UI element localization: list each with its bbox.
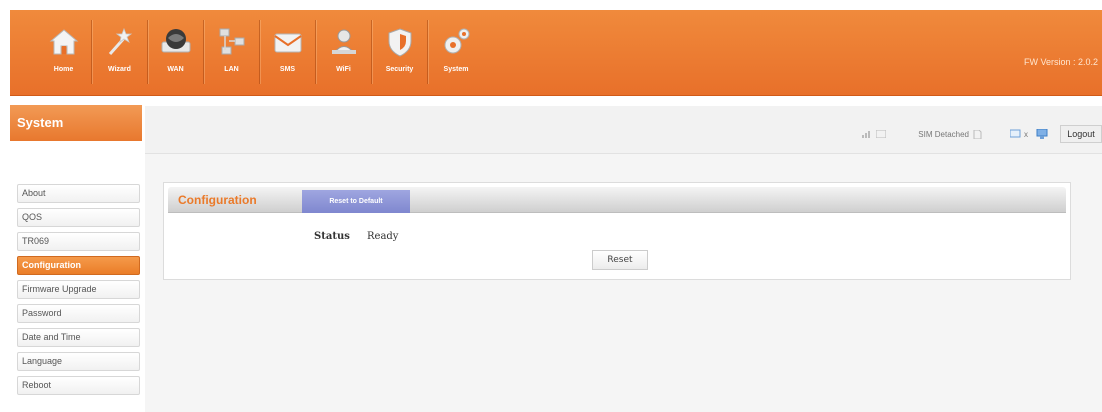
- nav-security-label: Security: [385, 66, 414, 73]
- main-content: Configuration Reset to Default Status Re…: [145, 154, 1102, 412]
- home-icon: [49, 29, 79, 55]
- main-nav: Home Wizard WAN LAN SMS WiFi Security Sy…: [36, 20, 484, 84]
- nav-wizard[interactable]: Wizard: [92, 20, 148, 84]
- sidebar-item-language[interactable]: Language: [17, 352, 140, 371]
- reset-button[interactable]: Reset: [592, 250, 648, 270]
- network-type: x: [1024, 129, 1028, 139]
- nav-lan-label: LAN: [224, 66, 239, 73]
- signal-icon: [862, 131, 871, 138]
- nav-system[interactable]: System: [428, 20, 484, 84]
- sidebar-item-qos[interactable]: QOS: [17, 208, 140, 227]
- sidebar-item-about[interactable]: About: [17, 184, 140, 203]
- gear-icon: [444, 28, 470, 54]
- sidebar-item-tr069[interactable]: TR069: [17, 232, 140, 251]
- sim-card-icon: [973, 129, 982, 139]
- nav-lan[interactable]: LAN: [204, 20, 260, 84]
- top-nav-bar: Home Wizard WAN LAN SMS WiFi Security Sy…: [10, 10, 1102, 96]
- logout-button[interactable]: Logout: [1060, 125, 1102, 143]
- nav-wifi-label: WiFi: [336, 66, 351, 73]
- shield-icon: [388, 28, 412, 57]
- nav-wizard-label: Wizard: [108, 66, 131, 73]
- status-label: Status: [314, 231, 350, 242]
- status-strip: SIM Detached x Logout: [862, 125, 1102, 143]
- sidebar-item-firmware-upgrade[interactable]: Firmware Upgrade: [17, 280, 140, 299]
- nav-home[interactable]: Home: [36, 20, 92, 84]
- status-value: Ready: [367, 231, 399, 242]
- section-title: System: [10, 105, 142, 141]
- panel-title: Configuration: [178, 193, 257, 207]
- nav-wifi[interactable]: WiFi: [316, 20, 372, 84]
- globe-icon: [161, 29, 191, 53]
- computer-icon: [1036, 129, 1048, 139]
- sidebar-item-reboot[interactable]: Reboot: [17, 376, 140, 395]
- sim-status: SIM Detached: [918, 129, 969, 139]
- sidebar-item-date-and-time[interactable]: Date and Time: [17, 328, 140, 347]
- wizard-wand-icon: [108, 27, 133, 55]
- wifi-user-icon: [332, 29, 356, 54]
- network-status-icon: [1010, 129, 1021, 138]
- nav-sms-label: SMS: [279, 66, 296, 73]
- nav-security[interactable]: Security: [372, 20, 428, 84]
- sidebar: About QOS TR069 Configuration Firmware U…: [17, 184, 140, 400]
- nav-wan[interactable]: WAN: [148, 20, 204, 84]
- sidebar-item-configuration[interactable]: Configuration: [17, 256, 140, 275]
- sidebar-item-password[interactable]: Password: [17, 304, 140, 323]
- nav-system-label: System: [443, 66, 469, 73]
- firmware-version: FW Version : 2.0.2: [1023, 57, 1098, 67]
- network-icon: [219, 28, 245, 55]
- configuration-panel: Configuration Reset to Default Status Re…: [163, 182, 1071, 280]
- nav-sms[interactable]: SMS: [260, 20, 316, 84]
- panel-header: Configuration Reset to Default: [168, 187, 1066, 213]
- envelope-icon: [274, 33, 302, 53]
- data-icon: [876, 130, 887, 138]
- tab-reset-to-default[interactable]: Reset to Default: [302, 190, 410, 213]
- nav-home-label: Home: [53, 66, 74, 73]
- nav-wan-label: WAN: [167, 66, 184, 73]
